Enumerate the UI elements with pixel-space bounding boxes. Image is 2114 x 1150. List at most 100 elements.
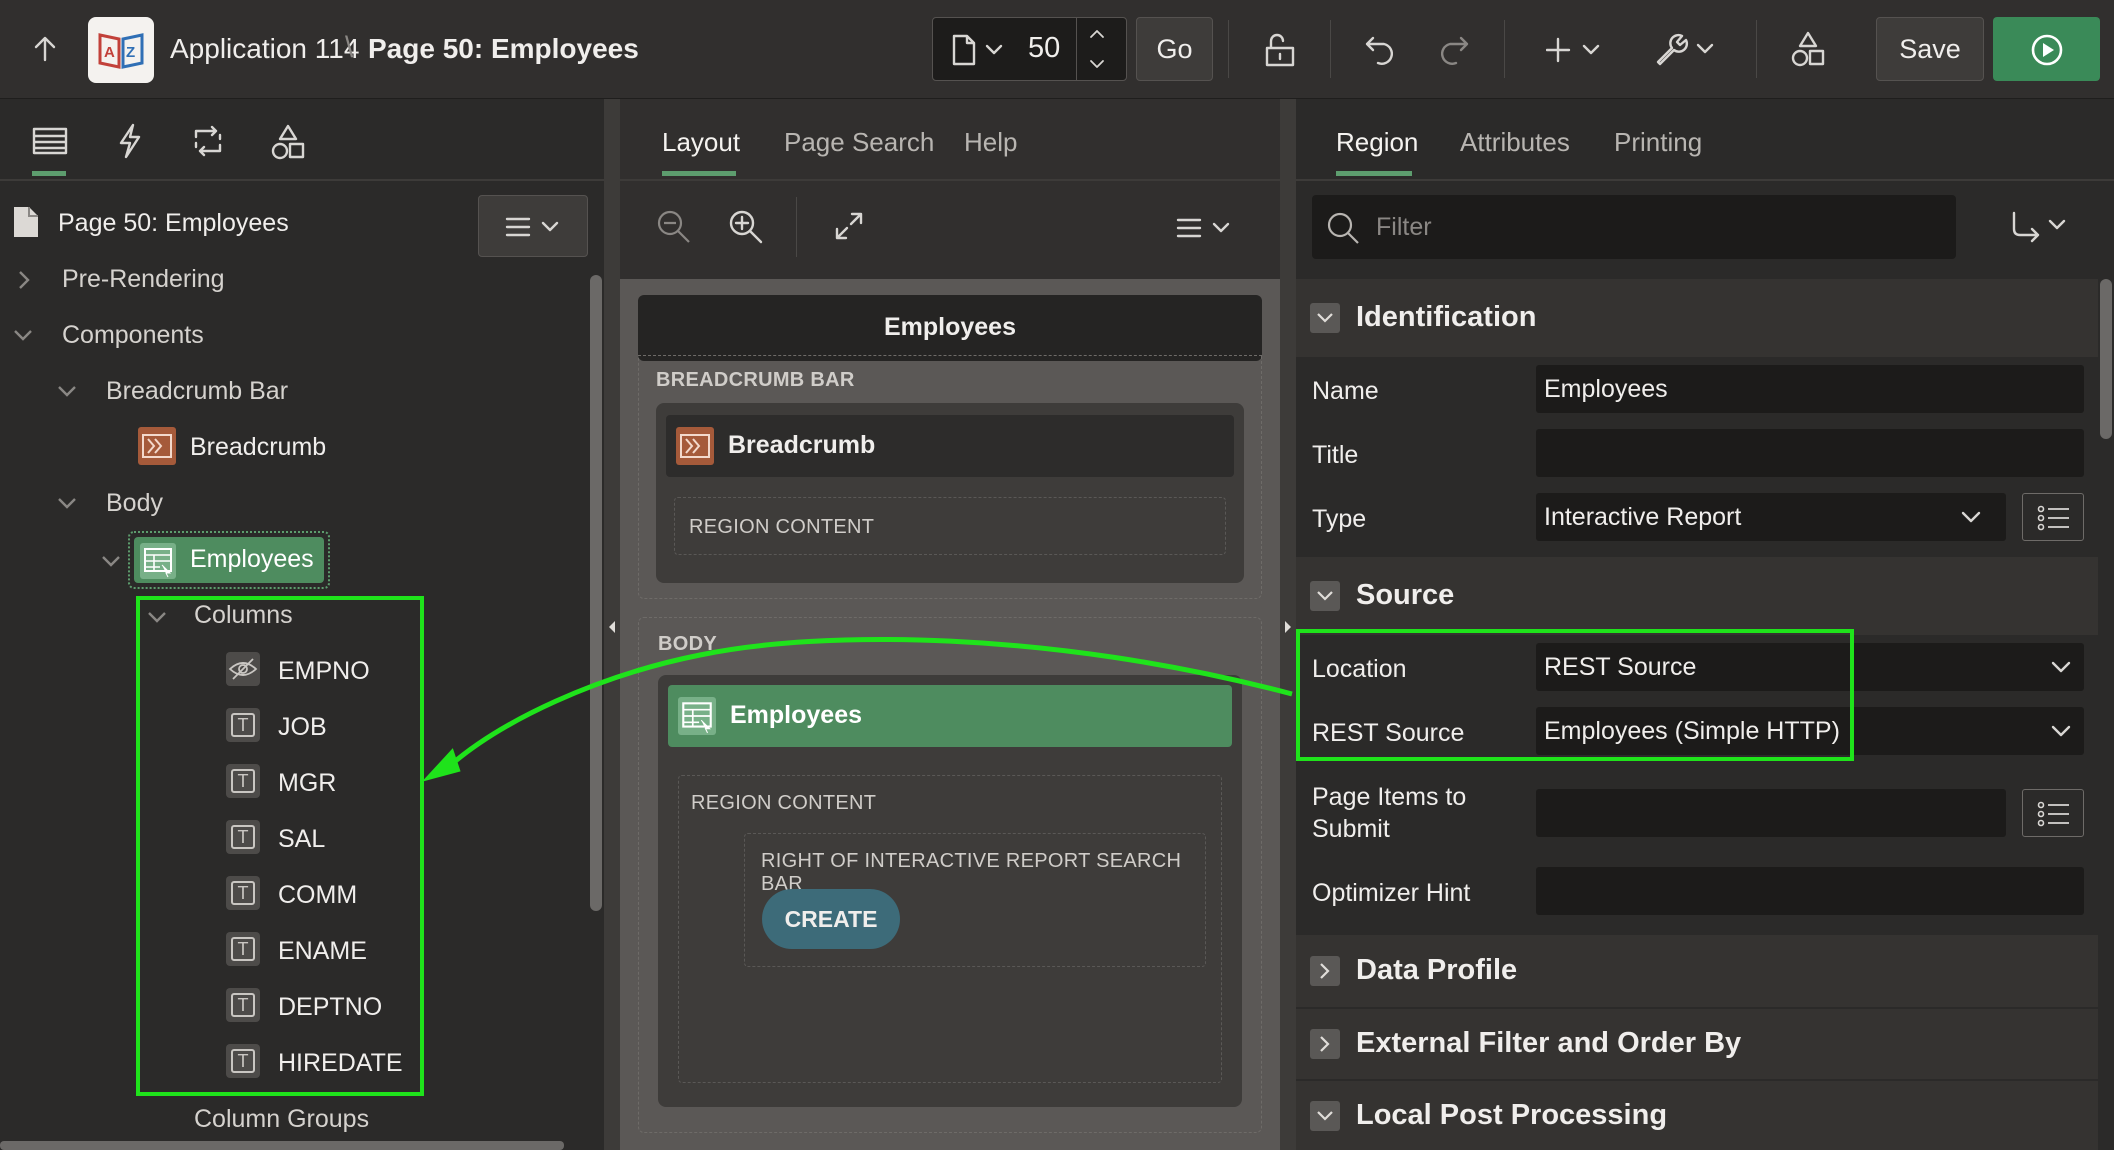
region-content-label: REGION CONTENT: [689, 516, 875, 538]
tree-body[interactable]: Body: [106, 489, 163, 518]
collapse-toggle[interactable]: [1310, 581, 1340, 611]
employees-region-header[interactable]: Employees: [668, 685, 1232, 747]
optimizer-hint-field[interactable]: [1536, 867, 2084, 915]
collapse-toggle[interactable]: [1310, 303, 1340, 333]
column-item[interactable]: HIREDATE: [278, 1049, 403, 1078]
type-label: Type: [1312, 505, 1367, 533]
tree-breadcrumb[interactable]: Breadcrumb: [190, 433, 326, 462]
collapse-left-icon[interactable]: [607, 619, 617, 635]
chevron-down-icon[interactable]: [56, 495, 78, 511]
title-field[interactable]: [1536, 429, 2084, 477]
tree-employees-selected[interactable]: Employees: [128, 531, 330, 589]
zoom-in-icon[interactable]: [728, 209, 764, 245]
chevron-right-icon: [1320, 963, 1330, 979]
left-horizontal-scrollbar[interactable]: [0, 1141, 564, 1150]
identification-section-header[interactable]: Identification: [1296, 279, 2098, 357]
chevron-down-icon[interactable]: [146, 609, 168, 625]
page-items-field[interactable]: [1536, 789, 2006, 837]
dynamic-actions-lightning-icon[interactable]: [116, 123, 144, 159]
chevron-down-icon[interactable]: [985, 44, 1003, 56]
chevron-down-icon[interactable]: [12, 327, 34, 343]
type-list-button[interactable]: [2022, 493, 2084, 541]
svg-text:Z: Z: [126, 44, 135, 61]
text-column-icon: T: [226, 988, 260, 1022]
toolbar-separator: [1504, 20, 1505, 78]
up-arrow-icon[interactable]: [30, 34, 60, 64]
tree-columns[interactable]: Columns: [194, 601, 293, 630]
column-item[interactable]: COMM: [278, 881, 357, 910]
create-button[interactable]: CREATE: [762, 889, 900, 949]
app-name[interactable]: Application 114: [170, 33, 359, 65]
go-button[interactable]: Go: [1136, 17, 1213, 81]
create-menu-icon[interactable]: [1546, 36, 1602, 64]
tab-region[interactable]: Region: [1336, 127, 1418, 158]
tree-breadcrumb-bar[interactable]: Breadcrumb Bar: [106, 377, 288, 406]
column-item[interactable]: SAL: [278, 825, 325, 854]
collapse-toggle[interactable]: [1310, 1101, 1340, 1131]
expand-toggle[interactable]: [1310, 956, 1340, 986]
page-number-input[interactable]: 50: [1028, 32, 1060, 65]
filter-input[interactable]: Filter: [1312, 195, 1956, 259]
tab-attributes[interactable]: Attributes: [1460, 127, 1570, 158]
breadcrumb-region-header[interactable]: Breadcrumb: [666, 415, 1234, 477]
chevron-down-icon: [1317, 1111, 1333, 1121]
layout-menu-icon[interactable]: [1176, 217, 1234, 239]
save-button[interactable]: Save: [1876, 17, 1984, 81]
external-filter-section-header[interactable]: External Filter and Order By: [1296, 1009, 2098, 1079]
text-column-icon: T: [226, 932, 260, 966]
right-splitter[interactable]: [1280, 99, 1296, 1150]
tree-pre-rendering[interactable]: Pre-Rendering: [62, 265, 225, 294]
page-items-label-line1: Page Items to: [1312, 783, 1467, 811]
chevron-right-icon[interactable]: [16, 269, 32, 291]
tree-page-node[interactable]: Page 50: Employees: [58, 209, 289, 238]
name-field[interactable]: Employees: [1536, 365, 2084, 413]
toolbar-separator: [1228, 20, 1229, 78]
stepper-divider: [1076, 18, 1077, 80]
chevron-down-icon[interactable]: [2050, 723, 2072, 739]
go-to-group-icon[interactable]: [2010, 211, 2070, 243]
tab-help[interactable]: Help: [964, 127, 1017, 158]
expand-icon[interactable]: [834, 211, 864, 241]
right-scrollbar-thumb[interactable]: [2100, 279, 2112, 439]
page-selector[interactable]: 50: [932, 17, 1127, 81]
app-logo[interactable]: A Z: [88, 17, 154, 83]
chevron-up-icon[interactable]: [1088, 28, 1106, 40]
data-profile-section-header[interactable]: Data Profile: [1296, 935, 2098, 1007]
source-section-header[interactable]: Source: [1296, 557, 2098, 635]
expand-toggle[interactable]: [1310, 1029, 1340, 1059]
chevron-down-icon[interactable]: [100, 553, 122, 569]
tab-layout[interactable]: Layout: [662, 127, 740, 158]
processing-icon[interactable]: [190, 123, 226, 159]
column-item[interactable]: ENAME: [278, 937, 367, 966]
column-item[interactable]: DEPTNO: [278, 993, 382, 1022]
tab-page-search[interactable]: Page Search: [784, 127, 934, 158]
column-item[interactable]: MGR: [278, 769, 336, 798]
tree-components[interactable]: Components: [62, 321, 204, 350]
undo-icon[interactable]: [1364, 34, 1398, 66]
tab-printing[interactable]: Printing: [1614, 127, 1702, 158]
rendering-tab-icon[interactable]: [32, 127, 68, 155]
shared-components-tab-icon[interactable]: [270, 123, 306, 161]
left-scrollbar-thumb[interactable]: [590, 275, 602, 911]
left-splitter[interactable]: [604, 99, 620, 1150]
local-post-processing-section-header[interactable]: Local Post Processing: [1296, 1081, 2098, 1150]
run-page-button[interactable]: [1993, 17, 2100, 81]
zoom-out-icon[interactable]: [656, 209, 692, 245]
utilities-wrench-icon[interactable]: [1654, 32, 1716, 66]
column-item[interactable]: EMPNO: [278, 657, 370, 686]
unlock-icon[interactable]: [1262, 32, 1298, 68]
chevron-down-icon[interactable]: [56, 383, 78, 399]
chevron-down-icon[interactable]: [1960, 509, 1982, 525]
chevron-down-icon[interactable]: [1088, 58, 1106, 70]
page-items-list-button[interactable]: [2022, 789, 2084, 837]
collapse-right-icon[interactable]: [1283, 619, 1293, 635]
chevron-down-icon[interactable]: [2050, 659, 2072, 675]
tree-column-groups[interactable]: Column Groups: [194, 1105, 369, 1134]
column-item[interactable]: JOB: [278, 713, 327, 742]
filter-placeholder: Filter: [1376, 213, 1432, 241]
tree-menu-button[interactable]: [478, 195, 588, 257]
list-icon: [2037, 505, 2069, 531]
redo-icon[interactable]: [1436, 34, 1470, 66]
type-select[interactable]: Interactive Report: [1536, 493, 2006, 541]
shared-components-icon[interactable]: [1790, 30, 1826, 68]
